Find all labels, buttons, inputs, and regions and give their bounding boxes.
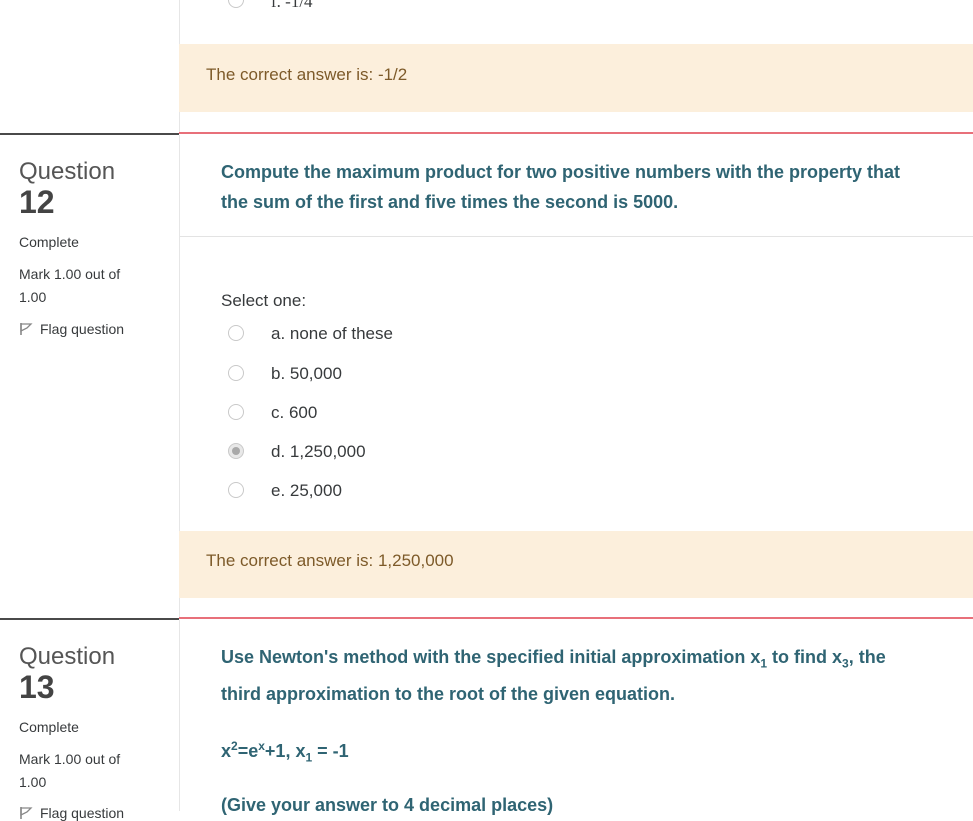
q13-mark-line1: Mark 1.00 out of (19, 751, 121, 767)
eq-part: x (221, 741, 232, 761)
q12-option-a-radio[interactable] (228, 325, 244, 341)
q13-question-text: Use Newton's method with the specified i… (221, 642, 951, 709)
q12-feedback-text: The correct answer is: 1,250,000 (206, 551, 454, 570)
prev-feedback: The correct answer is: -1/2 (179, 44, 973, 112)
q12-feedback: The correct answer is: 1,250,000 (179, 531, 973, 598)
q12-mark-line1: Mark 1.00 out of (19, 266, 121, 282)
q12-option-b-label[interactable]: b. 50,000 (271, 364, 342, 384)
eq-part: +1, x (264, 741, 306, 761)
q12-number: 12 (19, 184, 55, 220)
q13-flag-label: Flag question (40, 805, 125, 821)
eq-sup: 2 (231, 739, 238, 753)
q13-equation: x2=ex+1, x1 = -1 (221, 731, 349, 773)
option-label-f: f. -1/4 (271, 0, 313, 11)
q12-label: Question (19, 158, 116, 185)
q12-info-divider (0, 133, 179, 135)
q12-flag-link[interactable]: Flag question (19, 321, 124, 337)
option-radio-f[interactable] (228, 0, 244, 8)
q13-label: Question (19, 643, 116, 670)
q13-number: 13 (19, 669, 55, 705)
q12-question-text: Compute the maximum product for two posi… (221, 162, 901, 212)
q12-option-c-label[interactable]: c. 600 (271, 403, 317, 423)
q13-mark-line2: 1.00 (19, 774, 47, 790)
q13-text-part: to find x (767, 647, 843, 667)
prev-info-column (0, 0, 179, 133)
prev-feedback-text: The correct answer is: -1/2 (206, 65, 408, 84)
flag-icon (20, 807, 33, 819)
q13-sub: 3 (842, 656, 849, 671)
q12-state: Complete (19, 234, 79, 250)
flag-icon (20, 323, 33, 335)
q13-flag-link[interactable]: Flag question (19, 805, 124, 821)
q12-content-divider (179, 132, 973, 134)
q13-text-part: , the (848, 647, 886, 667)
q12-option-e-radio[interactable] (228, 482, 244, 498)
q13-info-divider (0, 618, 179, 620)
eq-part: =e (237, 741, 259, 761)
q13-content-divider (179, 617, 973, 619)
q13-number-block: Question 13 (19, 643, 115, 703)
q13-hint: (Give your answer to 4 decimal places) (221, 795, 554, 815)
eq-part: = -1 (312, 741, 349, 761)
q13-text-part: Use Newton's method with the specified i… (221, 647, 761, 667)
q13-text-line2: third approximation to the root of the g… (221, 683, 675, 704)
q12-option-c-radio[interactable] (228, 404, 244, 420)
q13-text-line1: Use Newton's method with the specified i… (221, 642, 951, 679)
q12-number-block: Question 12 (19, 158, 115, 218)
q12-option-a-label[interactable]: a. none of these (271, 324, 393, 344)
q12-text-separator (180, 236, 973, 237)
q12-option-e-label[interactable]: e. 25,000 (271, 481, 342, 501)
q13-content-left-border (179, 620, 180, 811)
q12-flag-label: Flag question (40, 321, 125, 337)
q12-select-label: Select one: (221, 291, 307, 310)
q12-option-b-radio[interactable] (228, 365, 244, 381)
q13-state: Complete (19, 719, 79, 735)
q12-option-d-label[interactable]: d. 1,250,000 (271, 442, 366, 462)
eq-sup: x (258, 739, 265, 753)
q12-option-d-radio[interactable] (228, 443, 244, 459)
q12-mark-line2: 1.00 (19, 289, 47, 305)
